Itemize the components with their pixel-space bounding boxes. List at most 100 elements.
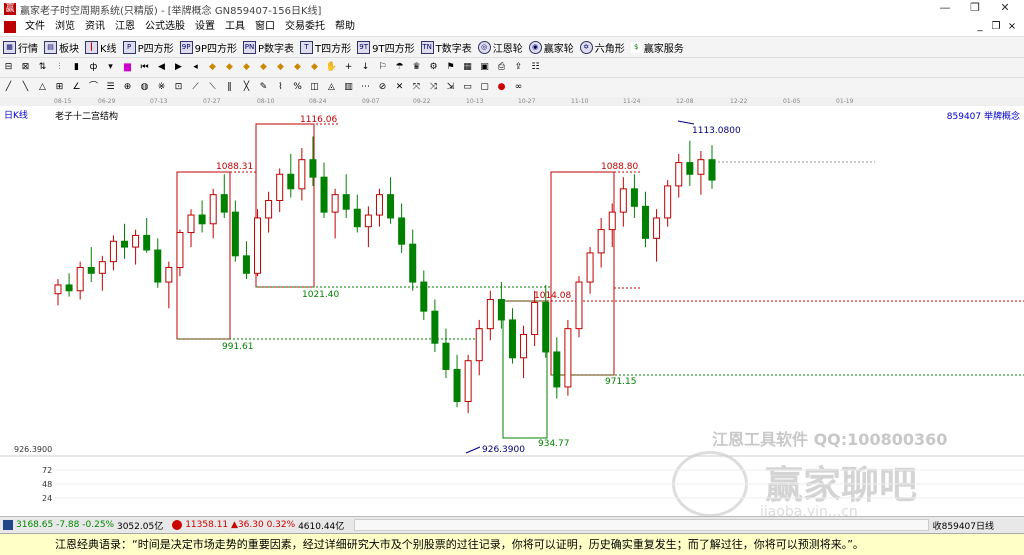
menu-help[interactable]: 帮助	[330, 18, 360, 36]
phase-icon[interactable]: ф	[87, 61, 100, 74]
line-tool-8-icon[interactable]: ⊕	[121, 81, 134, 94]
app-menu-icon[interactable]	[4, 21, 16, 33]
calendar-icon[interactable]: ▦	[461, 61, 474, 74]
diamond3-icon[interactable]: ◆	[240, 61, 253, 74]
toolbar-winner-wheel-button[interactable]: ◉ 赢家轮	[528, 40, 574, 55]
toolbar-gann-wheel-button[interactable]: ◎ 江恩轮	[477, 40, 523, 55]
menu-info[interactable]: 资讯	[80, 18, 110, 36]
arrow-left-icon[interactable]: ◂	[189, 61, 202, 74]
diamond7-icon[interactable]: ◆	[308, 61, 321, 74]
tool-d-icon[interactable]: ⚙	[427, 61, 440, 74]
toolbar-9p-square-button[interactable]: 9P 9P四方形	[179, 40, 237, 55]
sz-index-icon[interactable]	[172, 520, 183, 530]
diamond5-icon[interactable]: ◆	[274, 61, 287, 74]
line-tool-26-icon[interactable]: ⤨	[427, 81, 440, 94]
line-tool-23-icon[interactable]: ⊘	[376, 81, 389, 94]
tool-a-icon[interactable]: ⚐	[376, 61, 389, 74]
tool-e-icon[interactable]: ⚑	[444, 61, 457, 74]
restore-button[interactable]: ❐	[960, 0, 990, 16]
toolbar-service-button[interactable]: $ 赢家服务	[630, 40, 684, 55]
diamond4-icon[interactable]: ◆	[257, 61, 270, 74]
diamond6-icon[interactable]: ◆	[291, 61, 304, 74]
settings-icon[interactable]: ☷	[529, 61, 542, 74]
kline-chart-area[interactable]: 日K线 老子十二宫结构 859407 举牌概念 江恩工具软件 QQ:100800…	[0, 106, 1024, 520]
minimize-button[interactable]: —	[930, 0, 960, 16]
line-tool-29-icon[interactable]: ▢	[478, 81, 491, 94]
bar-style-icon[interactable]: ⫶	[53, 61, 66, 74]
line-tool-10-icon[interactable]: ※	[155, 81, 168, 94]
diamond2-icon[interactable]: ◆	[223, 61, 236, 74]
export-icon[interactable]: ⇪	[512, 61, 525, 74]
line-tool-12-icon[interactable]: ⟋	[189, 81, 202, 94]
toolbar-p-number-button[interactable]: PN P数字表	[243, 40, 294, 55]
zoom-icon[interactable]: ⊠	[19, 61, 32, 74]
menu-browse[interactable]: 浏览	[50, 18, 80, 36]
toolbar-quotes-button[interactable]: ▦ 行情	[3, 40, 38, 55]
line-tool-22-icon[interactable]: ⋯	[359, 81, 372, 94]
line-tool-7-icon[interactable]: ☰	[104, 81, 117, 94]
line-tool-19-icon[interactable]: ◫	[308, 81, 321, 94]
line-tool-24-icon[interactable]: ✕	[393, 81, 406, 94]
hand-icon[interactable]: ✋	[325, 61, 338, 74]
tool-b-icon[interactable]: ☂	[393, 61, 406, 74]
line-tool-20-icon[interactable]: ◬	[325, 81, 338, 94]
line-tool-18-icon[interactable]: %	[291, 81, 304, 94]
line-tool-27-icon[interactable]: ⇲	[444, 81, 457, 94]
line-tool-15-icon[interactable]: ╳	[240, 81, 253, 94]
close-button[interactable]: ✕	[990, 0, 1020, 16]
infinity-icon[interactable]: ∞	[512, 81, 525, 94]
menu-trade[interactable]: 交易委托	[280, 18, 330, 36]
toolbar-blocks-button[interactable]: ▤ 板块	[44, 40, 79, 55]
line-tool-4-icon[interactable]: ⊞	[53, 81, 66, 94]
menu-window[interactable]: 窗口	[250, 18, 280, 36]
line-tool-21-icon[interactable]: ▥	[342, 81, 355, 94]
mdi-restore-button[interactable]: ❐	[988, 18, 1004, 36]
print-icon[interactable]: ⎙	[495, 61, 508, 74]
red-circle-icon[interactable]: ●	[495, 81, 508, 94]
line-tool-5-icon[interactable]: ∠	[70, 81, 83, 94]
menu-file[interactable]: 文件	[20, 18, 50, 36]
line-tool-2-icon[interactable]: ╲	[19, 81, 32, 94]
line-tool-17-icon[interactable]: ⌇	[274, 81, 287, 94]
mdi-close-button[interactable]: ×	[1004, 18, 1020, 36]
toolbar-t-number-button[interactable]: TN T数字表	[420, 40, 472, 55]
first-icon[interactable]: ⏮	[138, 61, 151, 74]
sh-index[interactable]: 3168.65 -7.88 -0.25% 3052.05亿	[16, 519, 163, 532]
toolbar-hexagon-button[interactable]: ✡ 六角形	[579, 40, 625, 55]
line-tool-16-icon[interactable]: ✎	[257, 81, 270, 94]
line-tool-25-icon[interactable]: ⤧	[410, 81, 423, 94]
toolbar-p-square-button[interactable]: P P四方形	[122, 40, 174, 55]
next-icon[interactable]: ▶	[172, 61, 185, 74]
line-tool-9-icon[interactable]: ◍	[138, 81, 151, 94]
down-arrow-icon[interactable]: ↓	[359, 61, 372, 74]
diamond1-icon[interactable]: ◆	[206, 61, 219, 74]
color-icon[interactable]: ▆	[121, 61, 134, 74]
line-tool-3-icon[interactable]: △	[36, 81, 49, 94]
layout-icon[interactable]: ⊟	[2, 61, 15, 74]
line-tool-13-icon[interactable]: ⟍	[206, 81, 219, 94]
line-tool-1-icon[interactable]: ╱	[2, 81, 15, 94]
line-tool-11-icon[interactable]: ⊡	[172, 81, 185, 94]
save-icon[interactable]: ▣	[478, 61, 491, 74]
menu-tools[interactable]: 工具	[220, 18, 250, 36]
crosshair-icon[interactable]: +	[342, 61, 355, 74]
toolbar-9t-square-button[interactable]: 9T 9T四方形	[357, 40, 415, 55]
menu-formula[interactable]: 公式选股	[140, 18, 190, 36]
sz-index[interactable]: 11358.11 ▲36.30 0.32% 4610.44亿	[185, 519, 344, 532]
tool-c-icon[interactable]: ♛	[410, 61, 423, 74]
prev-icon[interactable]: ◀	[155, 61, 168, 74]
status-scrollbar[interactable]	[354, 519, 929, 531]
menu-gann[interactable]: 江恩	[110, 18, 140, 36]
toolbar-t-square-button[interactable]: T T四方形	[300, 40, 351, 55]
line-tool-14-icon[interactable]: ‖	[223, 81, 236, 94]
line-tool-6-icon[interactable]: ⌒	[87, 81, 100, 94]
dropdown-icon[interactable]: ▾	[104, 61, 117, 74]
menu-settings[interactable]: 设置	[190, 18, 220, 36]
candle-style-icon[interactable]: ▮	[70, 61, 83, 74]
line-tool-28-icon[interactable]: ▭	[461, 81, 474, 94]
mdi-minimize-button[interactable]: _	[972, 18, 988, 36]
sort-icon[interactable]: ⇅	[36, 61, 49, 74]
sh-index-icon[interactable]	[3, 520, 13, 530]
p-number-icon: PN	[243, 40, 256, 54]
toolbar-kline-button[interactable]: ┃ K线	[85, 40, 117, 55]
